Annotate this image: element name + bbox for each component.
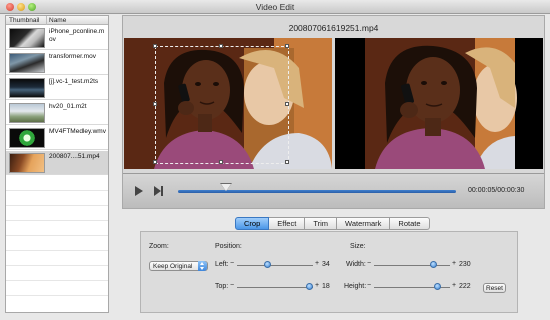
file-name: MV4FTMedley.wmv xyxy=(49,128,106,135)
file-name: [j].vc-1_test.m2ts xyxy=(49,78,99,85)
column-header-thumbnail[interactable]: Thumbnail xyxy=(9,17,39,24)
empty-row xyxy=(6,221,108,236)
empty-row xyxy=(6,236,108,251)
reset-button[interactable]: Reset xyxy=(483,283,506,293)
file-title: 200807061619251.mp4 xyxy=(288,23,379,33)
crop-handle-right[interactable] xyxy=(285,102,289,106)
top-slider-knob[interactable] xyxy=(306,283,313,290)
thumbnail-image xyxy=(9,103,45,123)
left-minus-icon[interactable]: − xyxy=(230,260,234,267)
size-label: Size: xyxy=(350,243,366,250)
edit-tabs: Crop Effect Trim Watermark Rotate xyxy=(235,217,430,230)
width-label: Width: xyxy=(346,261,366,268)
crop-handle-bottom-left[interactable] xyxy=(153,160,157,164)
file-row[interactable]: transformer.mov xyxy=(6,51,108,75)
playback-controls: 00:00:05/00:00:30 xyxy=(123,173,544,208)
video-frame-image xyxy=(335,38,543,169)
crop-handle-top[interactable] xyxy=(219,44,223,48)
tab-trim[interactable]: Trim xyxy=(305,217,338,230)
window-title: Video Edit xyxy=(255,2,295,12)
crop-rectangle[interactable] xyxy=(153,44,289,164)
video-preview-panel: 200807061619251.mp4 00:00:05/00:00:30 xyxy=(122,15,545,209)
top-plus-icon[interactable]: + xyxy=(315,282,319,289)
empty-row xyxy=(6,251,108,266)
crop-settings-panel: Zoom: Keep Original Position: Left: − + … xyxy=(140,231,518,313)
left-slider-track[interactable] xyxy=(237,265,313,266)
empty-row xyxy=(6,191,108,206)
file-name: hv20_01.m2t xyxy=(49,103,87,110)
tab-watermark[interactable]: Watermark xyxy=(337,217,391,230)
tab-effect[interactable]: Effect xyxy=(269,217,306,230)
file-list: Thumbnail Name iPhone_pconline.mov trans… xyxy=(5,15,109,313)
width-slider-knob[interactable] xyxy=(430,261,437,268)
crop-handle-bottom[interactable] xyxy=(219,160,223,164)
next-frame-icon[interactable] xyxy=(154,186,166,196)
width-value: 230 xyxy=(459,261,471,268)
left-value: 34 xyxy=(322,261,330,268)
top-slider-track[interactable] xyxy=(237,287,313,288)
width-minus-icon[interactable]: − xyxy=(367,260,371,267)
seek-slider-handle[interactable] xyxy=(221,184,231,191)
empty-row xyxy=(6,206,108,221)
crop-handle-left[interactable] xyxy=(153,102,157,106)
zoom-select-value: Keep Original xyxy=(153,263,193,270)
tab-rotate[interactable]: Rotate xyxy=(390,217,430,230)
empty-row xyxy=(6,266,108,281)
width-plus-icon[interactable]: + xyxy=(452,260,456,267)
thumbnail-image xyxy=(9,78,45,98)
title-bar: Video Edit xyxy=(0,0,550,14)
zoom-select[interactable]: Keep Original xyxy=(149,261,208,271)
left-slider-knob[interactable] xyxy=(264,261,271,268)
width-slider-track[interactable] xyxy=(374,265,450,266)
top-label: Top: xyxy=(215,283,229,290)
original-video-frame[interactable] xyxy=(124,38,332,169)
file-name: iPhone_pconline.mov xyxy=(49,28,105,43)
file-row-selected[interactable]: 200807....51.mp4 xyxy=(6,151,108,175)
position-label: Position: xyxy=(215,243,242,250)
file-list-header: Thumbnail Name xyxy=(6,16,108,25)
thumbnail-image xyxy=(9,153,45,173)
thumbnail-image xyxy=(9,53,45,73)
file-row[interactable]: iPhone_pconline.mov xyxy=(6,26,108,50)
top-minus-icon[interactable]: − xyxy=(230,282,234,289)
top-value: 18 xyxy=(322,283,330,290)
file-row[interactable]: hv20_01.m2t xyxy=(6,101,108,125)
file-name: 200807....51.mp4 xyxy=(49,153,100,160)
crop-handle-bottom-right[interactable] xyxy=(285,160,289,164)
empty-row xyxy=(6,281,108,296)
height-slider-knob[interactable] xyxy=(434,283,441,290)
cropped-preview-frame xyxy=(335,38,543,169)
left-label: Left: xyxy=(215,261,229,268)
timecode: 00:00:05/00:00:30 xyxy=(468,187,525,194)
select-arrows-icon xyxy=(198,261,207,271)
file-row[interactable]: [j].vc-1_test.m2ts xyxy=(6,76,108,100)
file-row[interactable]: MV4FTMedley.wmv xyxy=(6,126,108,150)
column-divider[interactable] xyxy=(46,16,47,25)
height-label: Height: xyxy=(344,283,367,290)
play-icon[interactable] xyxy=(135,186,143,196)
empty-row xyxy=(6,176,108,191)
thumbnail-image xyxy=(9,28,45,48)
zoom-label: Zoom: xyxy=(149,243,169,250)
crop-handle-top-right[interactable] xyxy=(285,44,289,48)
left-plus-icon[interactable]: + xyxy=(315,260,319,267)
tab-crop[interactable]: Crop xyxy=(235,217,270,230)
height-plus-icon[interactable]: + xyxy=(452,282,456,289)
crop-handle-top-left[interactable] xyxy=(153,44,157,48)
thumbnail-image xyxy=(9,128,45,148)
file-name: transformer.mov xyxy=(49,53,96,60)
column-header-name[interactable]: Name xyxy=(49,17,66,24)
height-minus-icon[interactable]: − xyxy=(367,282,371,289)
height-value: 222 xyxy=(459,283,471,290)
